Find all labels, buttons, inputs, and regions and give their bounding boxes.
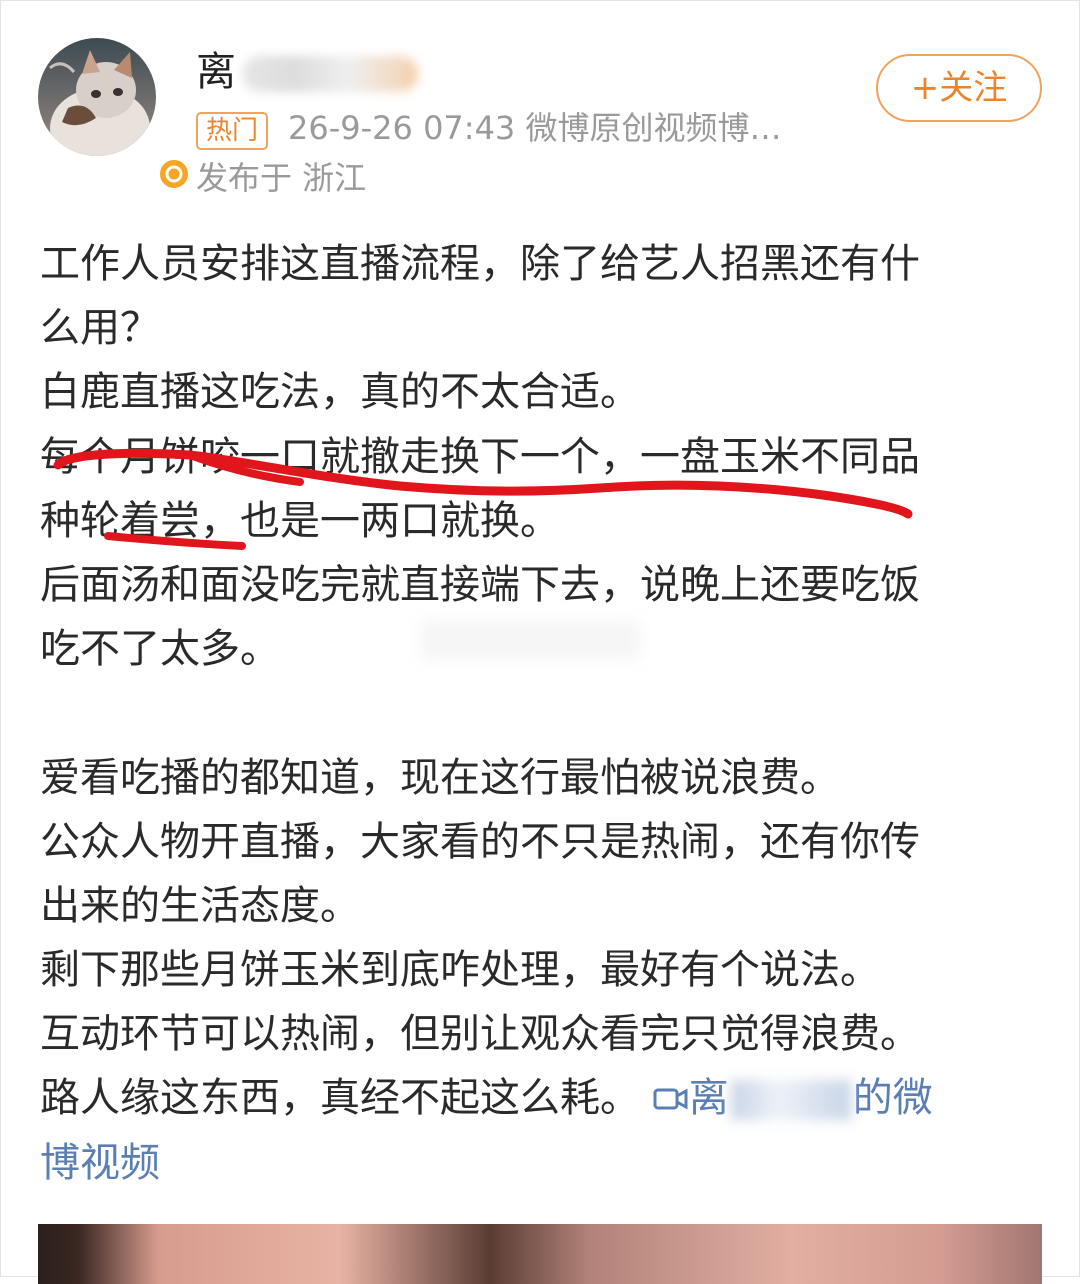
cat-avatar-icon: [38, 38, 156, 156]
post-line: 每个月饼咬一口就撤走换下一个，一盘玉米不同品: [40, 433, 920, 480]
post-line: 种轮着尝，也是一两口就换。: [40, 497, 560, 544]
smudge: [420, 620, 640, 660]
post-timestamp-source: 26-9-26 07:43 微博原创视频博…: [288, 109, 782, 147]
video-link-line2[interactable]: 博视频: [40, 1131, 1040, 1195]
post-line: 么用？: [40, 305, 160, 352]
follow-button[interactable]: +关注: [876, 54, 1042, 122]
post-line-text: 路人缘这东西，真经不起这么耗。: [40, 1075, 640, 1122]
post-line: 公众人物开直播，大家看的不只是热闹，还有你传: [40, 818, 920, 865]
username-text: 离: [196, 49, 236, 95]
video-thumbnail[interactable]: [38, 1224, 1042, 1284]
post-line: 出来的生活态度。: [40, 882, 360, 929]
video-link-text-end: 的微: [852, 1075, 933, 1122]
post-line: 后面汤和面没吃完就直接端下去，说晚上还要吃饭: [40, 561, 920, 608]
post-line: 路人缘这东西，真经不起这么耗。 离 的微: [40, 1066, 1040, 1130]
post-body: 工作人员安排这直播流程，除了给艺人招黑还有什 么用？ 白鹿直播这吃法，真的不太合…: [40, 232, 1040, 1195]
post-location: 发布于 浙江: [196, 159, 367, 197]
post-line: 互动环节可以热闹，但别让观众看完只觉得浪费。: [40, 1011, 920, 1058]
video-camera-icon: [653, 1088, 688, 1110]
post-line: 爱看吃播的都知道，现在这行最怕被说浪费。: [40, 754, 840, 801]
username-redaction: [242, 56, 418, 92]
video-link[interactable]: 离 的微: [653, 1075, 933, 1121]
verified-badge-icon: [156, 156, 192, 192]
post-line: 剩下那些月饼玉米到底咋处理，最好有个说法。: [40, 947, 880, 994]
avatar[interactable]: [38, 38, 192, 192]
post-line: 白鹿直播这吃法，真的不太合适。: [40, 369, 640, 416]
video-link-text-start: 离: [688, 1075, 729, 1122]
username[interactable]: 离: [196, 46, 418, 98]
post-line: 工作人员安排这直播流程，除了给艺人招黑还有什: [40, 241, 920, 287]
video-link-redaction: [730, 1080, 851, 1121]
hot-badge: 热门: [196, 112, 269, 150]
